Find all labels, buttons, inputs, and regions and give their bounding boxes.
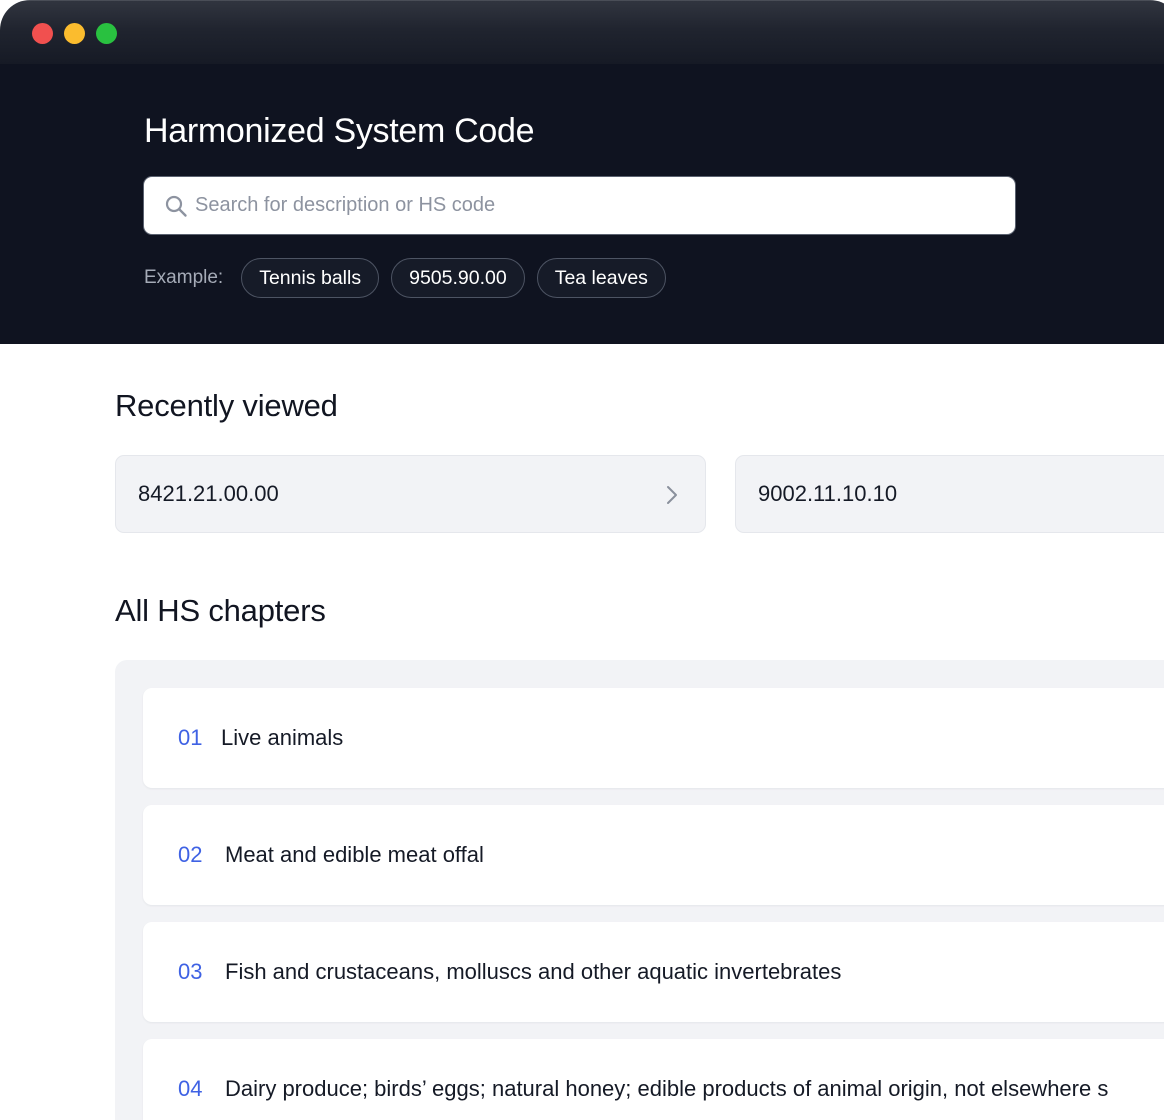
recent-item-card[interactable]: 8421.21.00.00 bbox=[115, 455, 706, 533]
recently-viewed-title: Recently viewed bbox=[115, 388, 338, 423]
example-label: Example: bbox=[144, 267, 224, 288]
chapter-description: Fish and crustaceans, molluscs and other… bbox=[225, 959, 842, 984]
search-icon bbox=[165, 195, 187, 217]
chapter-row[interactable]: 03 Fish and crustaceans, molluscs and ot… bbox=[143, 922, 1164, 1022]
recent-item-card[interactable]: 9002.11.10.10 bbox=[735, 455, 1164, 533]
example-chip-hs-code[interactable]: 9505.90.00 bbox=[391, 258, 525, 298]
example-chip-tea-leaves[interactable]: Tea leaves bbox=[536, 258, 666, 298]
chapter-description: Dairy produce; birds’ eggs; natural hone… bbox=[225, 1076, 1109, 1101]
recent-item-code: 9002.11.10.10 bbox=[758, 481, 898, 506]
maximize-window-button[interactable] bbox=[96, 23, 117, 44]
chapter-number: 02 bbox=[178, 842, 203, 867]
chapter-row[interactable]: 01 Live animals bbox=[143, 688, 1164, 788]
chapter-row[interactable]: 04 Dairy produce; birds’ eggs; natural h… bbox=[143, 1039, 1164, 1120]
browser-window: Harmonized System Code Example: Tennis b… bbox=[0, 0, 1164, 1120]
chevron-right-icon bbox=[667, 486, 677, 504]
chapter-row[interactable]: 02 Meat and edible meat offal bbox=[143, 805, 1164, 905]
example-chip-tennis-balls[interactable]: Tennis balls bbox=[241, 258, 380, 298]
minimize-window-button[interactable] bbox=[64, 23, 85, 44]
page-title: Harmonized System Code bbox=[144, 112, 535, 150]
recent-item-code: 8421.21.00.00 bbox=[138, 481, 279, 506]
all-chapters-title: All HS chapters bbox=[115, 593, 326, 628]
search-box[interactable] bbox=[143, 176, 1016, 235]
chapter-number: 03 bbox=[178, 959, 203, 984]
search-input[interactable] bbox=[195, 177, 995, 234]
chapter-description: Live animals bbox=[221, 725, 344, 750]
chapters-list: 01 Live animals 02 Meat and edible meat … bbox=[115, 660, 1164, 1120]
page-header: Harmonized System Code Example: Tennis b… bbox=[0, 64, 1164, 344]
chapter-description: Meat and edible meat offal bbox=[225, 842, 484, 867]
example-chips: Example: Tennis balls 9505.90.00 Tea lea… bbox=[144, 257, 678, 299]
window-titlebar bbox=[0, 0, 1164, 64]
chapter-number: 01 bbox=[178, 725, 203, 750]
close-window-button[interactable] bbox=[32, 23, 53, 44]
chapter-number: 04 bbox=[178, 1076, 203, 1101]
